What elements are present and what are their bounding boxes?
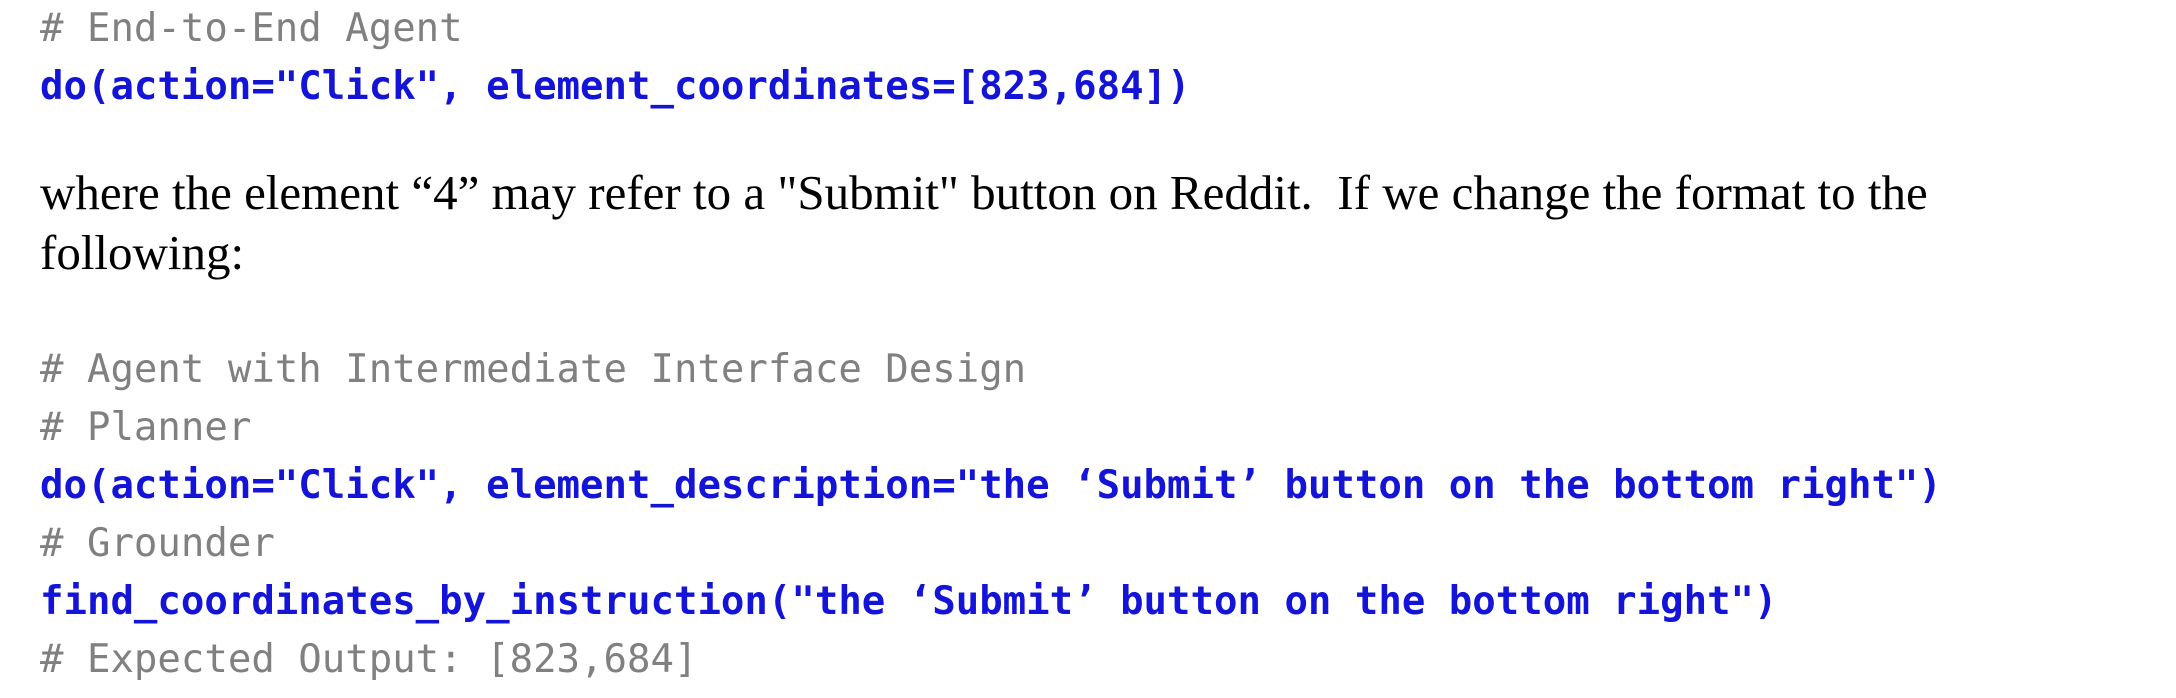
code-find-coordinates: find_coordinates_by_instruction("the ‘Su… xyxy=(40,579,1778,624)
comment-end-to-end-agent: # End-to-End Agent xyxy=(40,6,463,51)
comment-planner: # Planner xyxy=(40,405,252,450)
code-block-end-to-end: # End-to-End Agent do(action="Click", el… xyxy=(40,0,1191,116)
paragraph-line-1: where the element “4” may refer to a "Su… xyxy=(40,165,1928,220)
code-do-click-coordinates: do(action="Click", element_coordinates=[… xyxy=(40,64,1191,109)
body-paragraph: where the element “4” may refer to a "Su… xyxy=(40,163,2140,283)
code-do-click-description: do(action="Click", element_description="… xyxy=(40,463,1942,508)
comment-expected-output: # Expected Output: [823,684] xyxy=(40,637,698,682)
comment-agent-intermediate-interface: # Agent with Intermediate Interface Desi… xyxy=(40,347,1027,392)
paragraph-line-2: following: xyxy=(40,225,245,280)
comment-grounder: # Grounder xyxy=(40,521,275,566)
code-block-intermediate-interface: # Agent with Intermediate Interface Desi… xyxy=(40,341,1942,689)
